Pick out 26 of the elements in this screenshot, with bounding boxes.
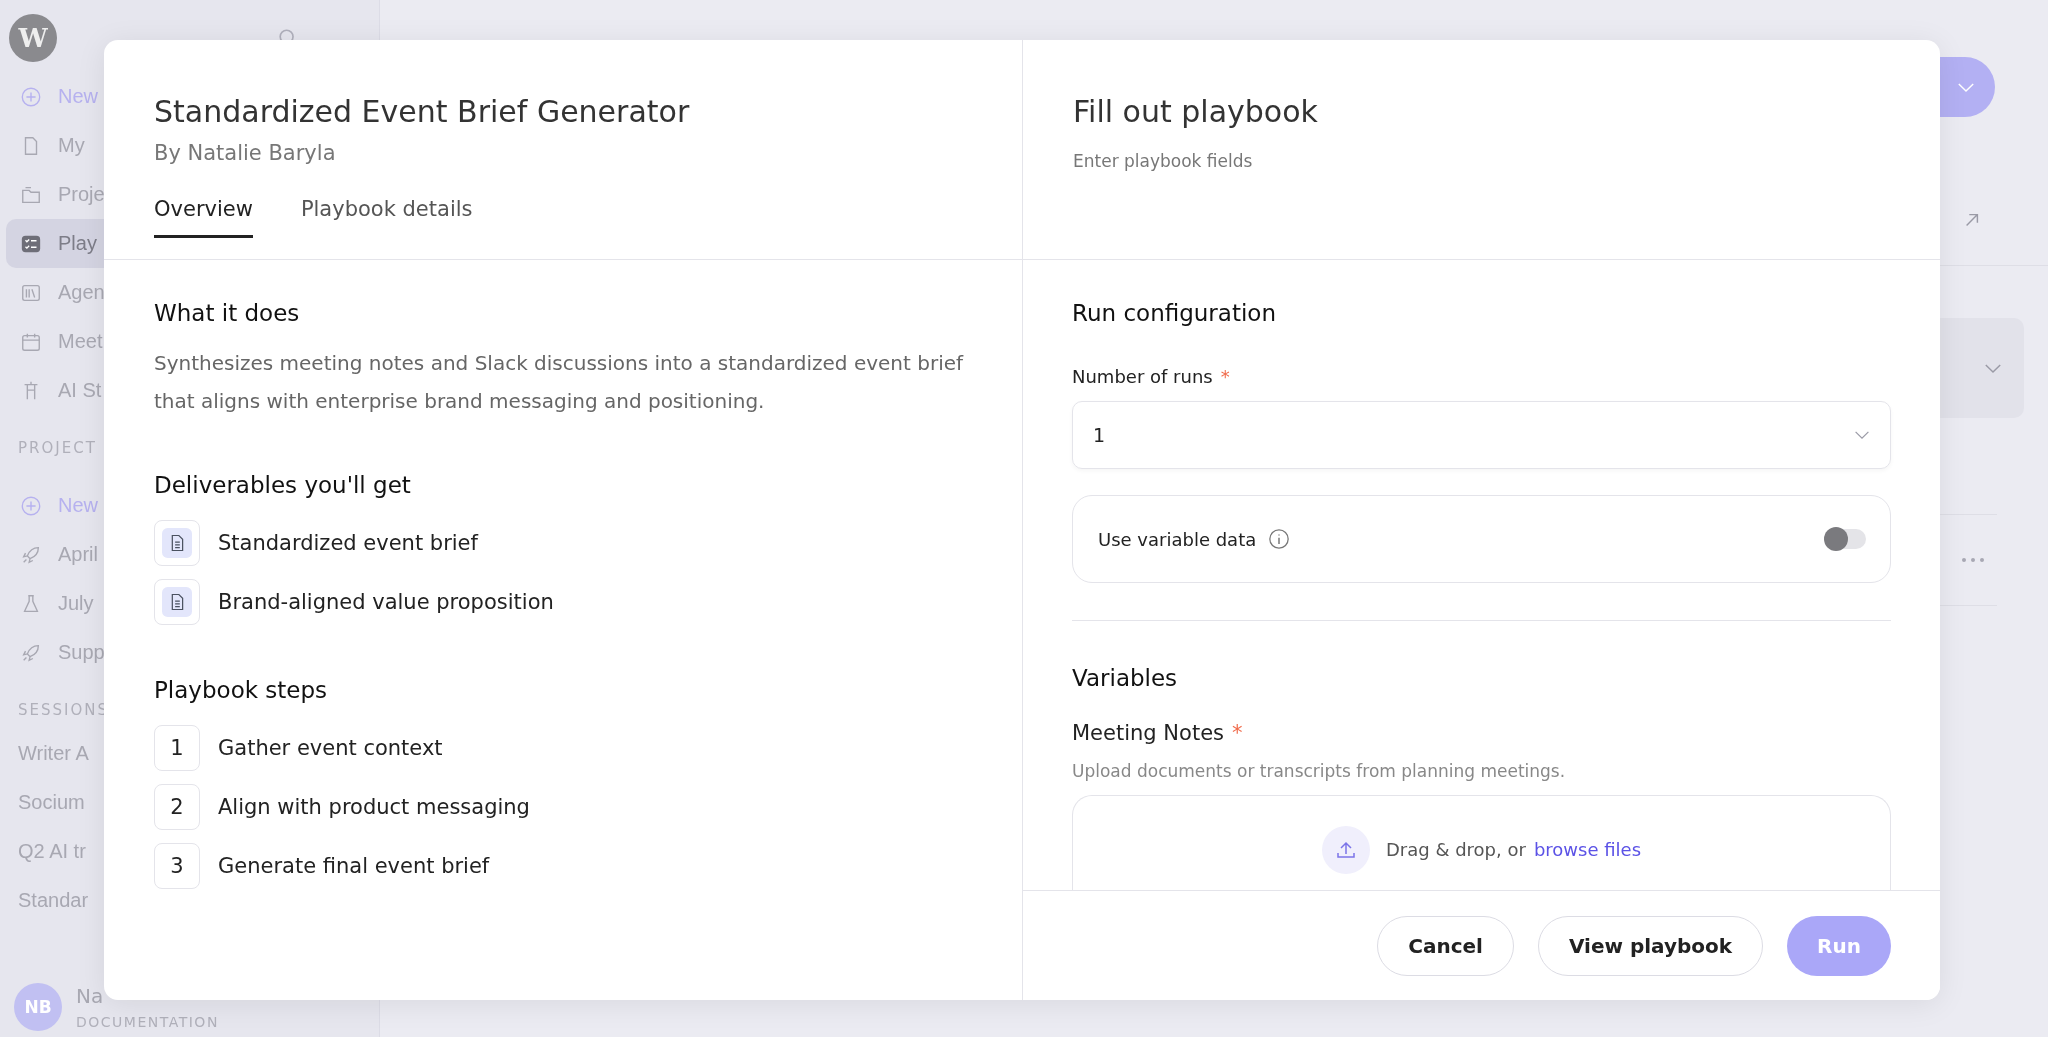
deliverable-text: Standardized event brief — [218, 531, 478, 555]
step-number: 3 — [154, 843, 200, 889]
field-label: Number of runs — [1072, 366, 1213, 387]
step-text: Generate final event brief — [218, 854, 490, 878]
required-asterisk: * — [1220, 366, 1230, 387]
section-heading: Deliverables you'll get — [154, 472, 412, 498]
section-heading: Run configuration — [1072, 300, 1277, 326]
playbook-title: Standardized Event Brief Generator — [154, 94, 691, 129]
deliverable-text: Brand-aligned value proposition — [218, 590, 554, 614]
section-heading: What it does — [154, 300, 301, 326]
user-name: Na — [76, 984, 105, 1008]
step-number: 2 — [154, 784, 200, 830]
field-label: Meeting Notes — [1072, 721, 1224, 745]
drop-text: Drag & drop, or — [1385, 838, 1526, 862]
section-heading: Playbook steps — [154, 677, 329, 703]
author-text: By Natalie Baryla — [154, 141, 337, 165]
section-heading: Variables — [1072, 665, 1179, 691]
form-title: Fill out playbook — [1073, 94, 1319, 129]
step-text: Gather event context — [218, 736, 443, 760]
step-text: Align with product messaging — [218, 795, 530, 819]
description-text: Synthesizes meeting notes and Slack discussions into a standardized event brief that aligns with enterprise brand messaging and positioning. — [154, 350, 965, 415]
step-number: 1 — [154, 725, 200, 771]
form-subtitle: Enter playbook fields — [1073, 151, 1254, 171]
option-label: Use variable data — [1098, 528, 1257, 550]
required-asterisk: * — [1232, 721, 1243, 745]
field-hint: Upload documents or transcripts from planning meetings. — [1072, 761, 1567, 781]
